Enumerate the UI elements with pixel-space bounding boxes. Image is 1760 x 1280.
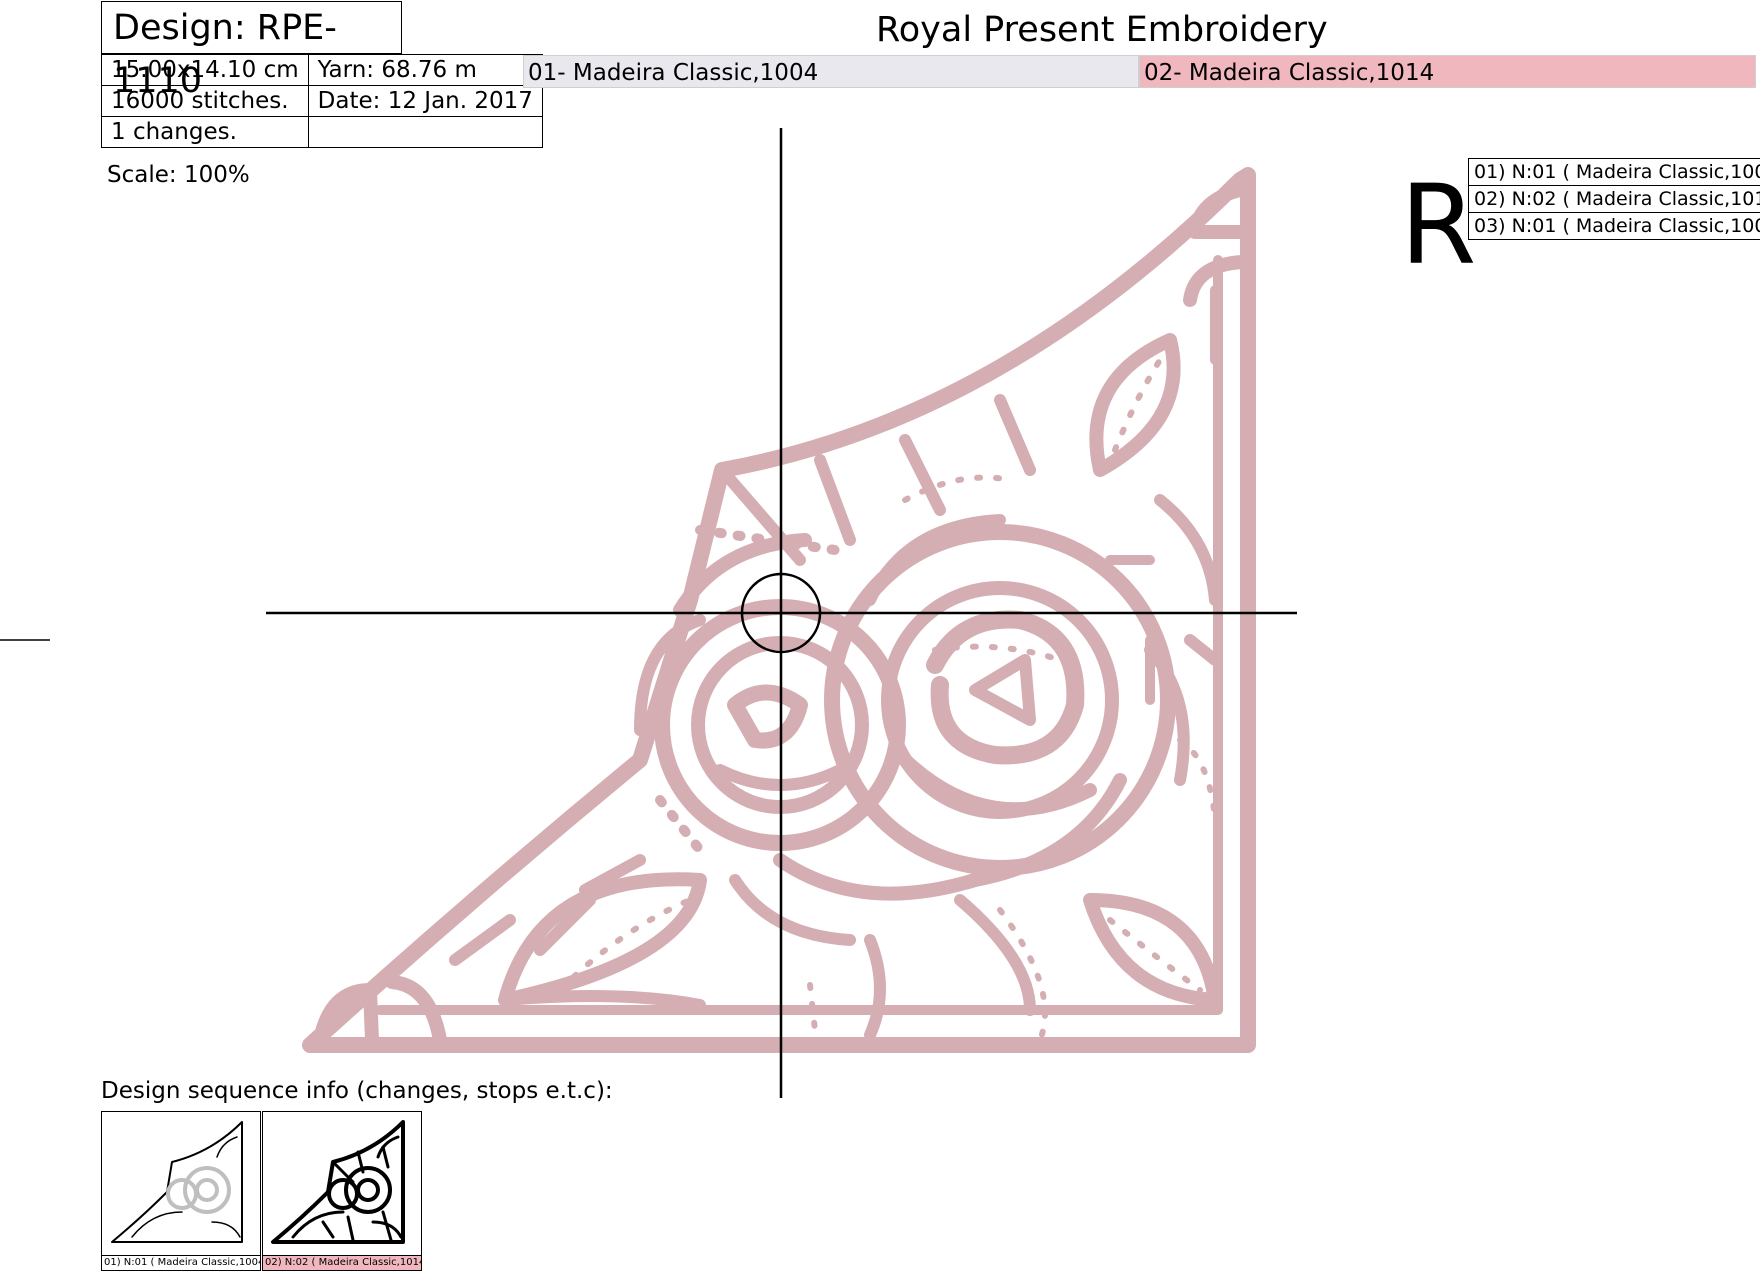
- thumbnail-caption: 01) N:01 ( Madeira Classic,1004): [102, 1255, 261, 1270]
- sequence-thumbnail-2[interactable]: 02) N:02 ( Madeira Classic,1014): [262, 1111, 422, 1271]
- sequence-label: Design sequence info (changes, stops e.t…: [101, 1078, 613, 1104]
- thumbnail-image: [271, 1120, 405, 1244]
- thumbnail-caption: 02) N:02 ( Madeira Classic,1014): [263, 1255, 422, 1270]
- thumbnail-image: [111, 1121, 243, 1243]
- sequence-thumbnail-1[interactable]: 01) N:01 ( Madeira Classic,1004): [101, 1111, 261, 1271]
